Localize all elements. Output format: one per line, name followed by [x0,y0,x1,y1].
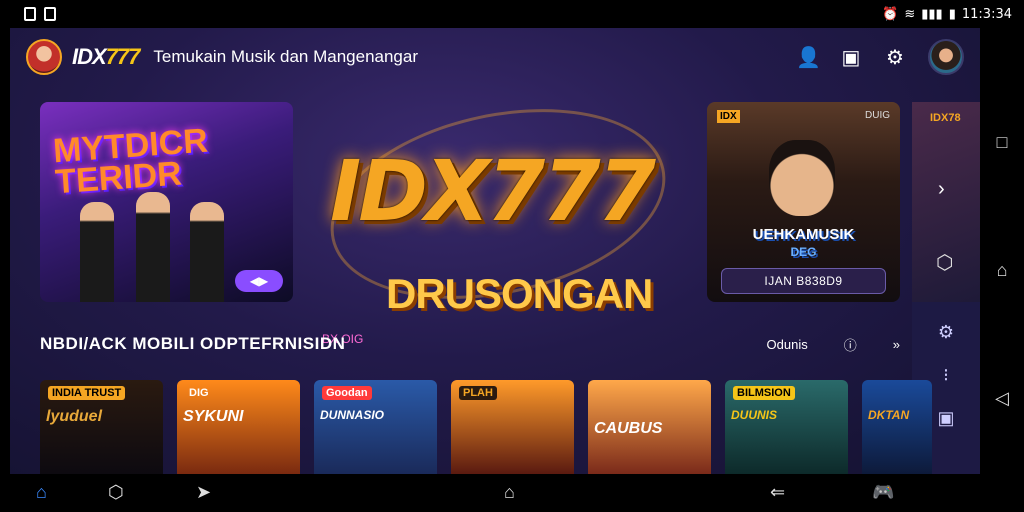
folder-icon[interactable]: ▣ [840,45,862,70]
double-chevron-icon[interactable]: » [893,337,900,352]
hero-card-left-title: MYTDICR TERIDR [51,121,210,201]
back-icon[interactable]: ◁ [995,388,1009,409]
app-logo[interactable]: IDX777 [72,44,141,70]
music-card[interactable]: BILMSION DUUNIS [725,380,848,474]
card-label: PLAH [459,386,497,400]
chevron-right-icon[interactable]: › [938,178,945,201]
card-badge-right: DUIG [865,110,890,121]
card-label: INDIA TRUST [48,386,126,400]
hero-card-left[interactable]: MYTDICR TERIDR ◀▶ [40,102,293,302]
card-title: lyuduel [46,408,103,425]
card-label: DIG [189,387,209,399]
hero-card-right-subtitle: DEG [790,245,817,259]
card-badge: IDX [717,110,740,123]
card-title: SYKUNI [183,408,244,425]
card-label: Goodan [322,386,372,400]
hero-title: IDX777 [330,142,656,240]
tagline: Temukain Musik dan Mangenangar [153,47,419,66]
card-row: INDIA TRUST lyuduel DIG SYKUNI Goodan DU… [40,380,932,474]
notification-icons [24,7,56,21]
back-arrow-icon[interactable]: ⇐ [770,482,785,503]
wifi-icon: ≋ [904,6,916,22]
side-thumb-label: IDX78 [930,112,961,124]
gamepad-icon[interactable]: 🎮 [872,482,894,503]
hero-card-right[interactable]: IDX DUIG UEHKAMUSIK DEG IJAN B838D9 [707,102,900,302]
home-icon[interactable]: ⌂ [997,260,1008,281]
card-label: BILMSION [733,386,795,400]
card-title: DUNNASIO [320,408,385,422]
music-card[interactable]: DIG SYKUNI [177,380,300,474]
band-member [80,202,114,302]
card-title: CAUBUS [594,420,663,437]
send-icon[interactable]: ➤ [196,482,211,503]
profile-avatar[interactable] [928,39,964,75]
battery-icon: ▮ [948,6,956,22]
music-card[interactable]: INDIA TRUST lyuduel [40,380,163,474]
header-actions: 👤 ▣ ⚙ [796,39,964,75]
section-header: NBDI/ACK MOBILI ODPTEFRNISIDN Odunis ⓘ » [40,334,900,354]
band-member [136,192,170,302]
music-card[interactable]: Goodan DUNNASIO [314,380,437,474]
section-actions: Odunis ⓘ » [767,335,900,354]
signal-icon: ▮▮▮ [921,6,943,22]
home-icon[interactable]: ⌂ [36,482,47,503]
card-title: DKTAN [868,408,910,422]
cube-icon[interactable]: ⬡ [108,482,124,503]
card-label [596,386,604,388]
header: IDX777 Temukain Musik dan Mangenangar 👤 … [10,28,980,86]
hexagon-icon[interactable]: ⬡ [936,250,953,275]
hero-banner: MYTDICR TERIDR ◀▶ IDX777 DRUSONGAN BX OI… [10,80,980,474]
home-button-icon[interactable]: ⌂ [504,482,515,503]
gear-icon[interactable]: ⚙ [884,45,906,70]
sim-icon [24,7,36,21]
logo-accent: 777 [105,44,141,69]
section-title: NBDI/ACK MOBILI ODPTEFRNISIDN [40,334,346,353]
app-avatar[interactable] [26,39,62,75]
hero-card-right-button[interactable]: IJAN B838D9 [721,268,886,294]
alarm-icon: ⏰ [882,6,899,22]
clock: 11:3:34 [961,6,1012,22]
info-icon[interactable]: ⓘ [844,335,857,354]
music-card[interactable]: PLAH [451,380,574,474]
app-icon[interactable]: ▣ [937,408,954,429]
hero-subtitle: DRUSONGAN [386,270,653,317]
system-nav-right: □ ⌂ ◁ [980,28,1024,512]
band-member [190,202,224,302]
status-right: ⏰ ≋ ▮▮▮ ▮ 11:3:34 [882,7,1012,22]
hero-card-right-title-text: UEHKAMUSIK [752,226,855,243]
settings-icon[interactable]: ⚙ [938,322,954,343]
status-bar: ⏰ ≋ ▮▮▮ ▮ 11:3:34 [0,0,1024,28]
app-window: IDX777 Temukain Musik dan Mangenangar 👤 … [10,28,980,474]
user-icon[interactable]: 👤 [796,45,821,70]
section-action-link[interactable]: Odunis [767,337,808,352]
dots-icon[interactable]: ⁝ [943,365,949,386]
card-label [870,386,878,388]
bottom-nav: ⌂ ⬡ ➤ ⌂ ⇐ 🎮 [0,474,1024,512]
hero-center: IDX777 DRUSONGAN [310,80,690,328]
music-card[interactable]: CAUBUS [588,380,711,474]
card-title: DUUNIS [731,408,778,422]
lock-icon [44,7,56,21]
recent-apps-icon[interactable]: □ [997,132,1008,153]
hero-card-right-title: UEHKAMUSIK DEG [707,226,900,260]
artist-portrait [769,140,835,216]
music-card[interactable]: DKTAN [862,380,932,474]
play-button[interactable]: ◀▶ [235,270,283,292]
logo-main: IDX [72,44,107,69]
